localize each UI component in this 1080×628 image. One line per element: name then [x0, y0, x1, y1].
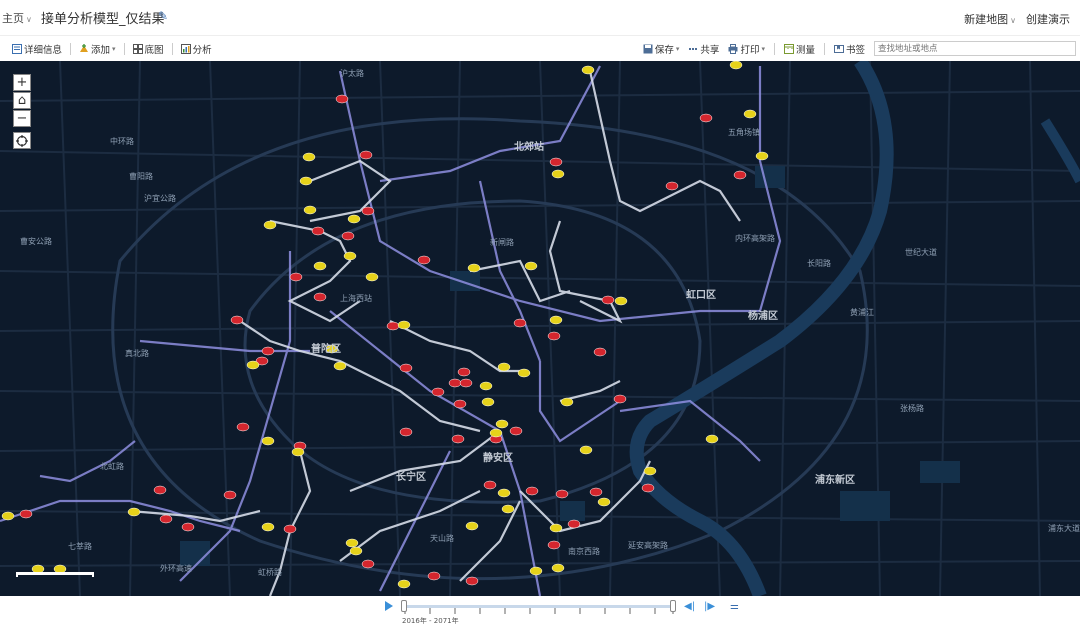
share-label[interactable]: 共享 [700, 42, 719, 56]
play-icon[interactable] [385, 601, 393, 611]
time-start-handle[interactable] [401, 600, 407, 612]
add-layer-icon [80, 44, 89, 52]
street-label: 延安高架路 [628, 541, 668, 550]
zoom-in-button[interactable]: + [13, 74, 31, 91]
street-label: 虹桥路 [258, 568, 282, 577]
street-label: 张杨路 [900, 404, 924, 413]
save-button[interactable]: 保存 ▾ [643, 42, 680, 56]
river-branch [1040, 118, 1080, 184]
map-view[interactable]: 北郊站 虹口区 杨浦区 长宁区 静安区 浦东新区 普陀区 上海西站 五角场镇 沪… [0, 61, 1080, 596]
basemap-icon [132, 44, 143, 54]
locate-button[interactable] [13, 132, 31, 149]
street-label: 中环路 [110, 137, 134, 146]
chevron-down-icon[interactable]: ▾ [676, 45, 680, 53]
analysis-button[interactable]: 分析 [180, 42, 212, 56]
street-label: 浦东大道 [1048, 524, 1080, 533]
chevron-down-icon[interactable]: ▾ [761, 45, 765, 53]
divider [123, 43, 125, 55]
time-end-handle[interactable] [670, 600, 676, 612]
ruler-icon [783, 43, 794, 54]
district-label: 虹口区 [686, 290, 716, 301]
add-button[interactable]: 添加 ▾ [79, 42, 116, 56]
bookmarks-label[interactable]: 书签 [846, 42, 865, 56]
street-label: 外环高速 [160, 564, 192, 573]
details-icon [12, 44, 22, 54]
top-bar: 主页 ∨ 接单分析模型_仅结果 ✎ 新建地图 ∨ 创建演示 [0, 0, 1080, 35]
district-label: 杨浦区 [748, 311, 778, 322]
edit-title-icon[interactable]: ✎ [158, 9, 168, 23]
chevron-down-icon[interactable]: ∨ [1010, 16, 1016, 25]
time-range-label: 2016年 - 2071年 [402, 617, 459, 625]
share-icon [689, 47, 698, 50]
time-slider: 2016年 - 2071年 ◀| |▶ ⚌ [0, 596, 1080, 628]
street-label: 曹安公路 [20, 237, 52, 246]
toolbar: 详细信息 添加 ▾ 底图 分析 保存 ▾ 共享 打印 ▾ 测量 书签 查找地址或… [0, 35, 1080, 61]
chevron-down-icon[interactable]: ▾ [112, 45, 116, 53]
save-icon [643, 44, 653, 53]
divider [70, 43, 72, 55]
district-label: 静安区 [483, 453, 513, 464]
street-label: 新闸路 [490, 238, 514, 247]
divider [773, 42, 775, 55]
top-right-menu: 新建地图 ∨ 创建演示 [964, 11, 1070, 27]
district-label: 北郊站 [514, 142, 544, 153]
street-label: 沪太路 [340, 69, 364, 78]
print-label[interactable]: 打印 [740, 42, 759, 56]
details-label[interactable]: 详细信息 [24, 42, 62, 56]
district-label: 普陀区 [311, 344, 341, 355]
analysis-icon [180, 44, 191, 54]
page-title: 接单分析模型_仅结果 [41, 12, 165, 27]
bookmark-icon [833, 44, 844, 53]
zoom-out-button[interactable]: − [13, 110, 31, 127]
street-label: 世纪大道 [905, 248, 937, 257]
time-ticks [404, 608, 674, 614]
step-forward-icon[interactable]: |▶ [704, 601, 715, 612]
details-button[interactable]: 详细信息 [12, 42, 62, 56]
street-label: 南京西路 [568, 547, 600, 556]
home-extent-button[interactable]: ⌂ [13, 92, 31, 109]
step-back-icon[interactable]: ◀| [684, 601, 695, 612]
basemap-label[interactable]: 底图 [145, 42, 164, 56]
new-map-button[interactable]: 新建地图 ∨ [964, 11, 1016, 27]
street-label: 内环高架路 [735, 234, 775, 243]
save-label[interactable]: 保存 [655, 42, 674, 56]
basemap-button[interactable]: 底图 [132, 42, 164, 56]
street-label: 黄浦江 [850, 308, 874, 317]
district-label: 长宁区 [396, 472, 426, 483]
measure-label[interactable]: 测量 [796, 42, 815, 56]
analysis-label[interactable]: 分析 [193, 42, 212, 56]
search-input[interactable] [874, 41, 1076, 56]
home-link[interactable]: 主页 ∨ [2, 10, 32, 26]
street-label: 北虹路 [100, 462, 124, 471]
home-label[interactable]: 主页 [2, 12, 24, 25]
print-button[interactable]: 打印 ▾ [728, 42, 765, 56]
print-icon [728, 43, 738, 54]
street-label: 长阳路 [807, 259, 831, 268]
station-label: 上海西站 [340, 294, 372, 303]
street-label: 真北路 [125, 349, 149, 358]
scale-bar [16, 572, 94, 577]
street-label: 沪宜公路 [144, 194, 176, 203]
street-label: 天山路 [430, 534, 454, 543]
chevron-down-icon[interactable]: ∨ [26, 15, 32, 24]
new-map-label[interactable]: 新建地图 [964, 13, 1008, 26]
divider [171, 43, 173, 55]
measure-button[interactable]: 测量 [783, 42, 815, 56]
share-button[interactable]: 共享 [688, 42, 719, 56]
town-label: 五角场镇 [728, 128, 760, 137]
create-demo-button[interactable]: 创建演示 [1026, 11, 1070, 27]
add-label[interactable]: 添加 [91, 42, 110, 56]
district-label: 浦东新区 [815, 475, 855, 486]
slider-settings-icon[interactable]: ⚌ [730, 601, 739, 612]
street-label: 曹阳路 [129, 172, 153, 181]
divider [823, 42, 825, 55]
locate-icon [16, 134, 28, 147]
bookmarks-button[interactable]: 书签 [833, 42, 865, 56]
zoom-controls: + ⌂ − [13, 74, 31, 127]
street-label: 七莘路 [68, 542, 92, 551]
